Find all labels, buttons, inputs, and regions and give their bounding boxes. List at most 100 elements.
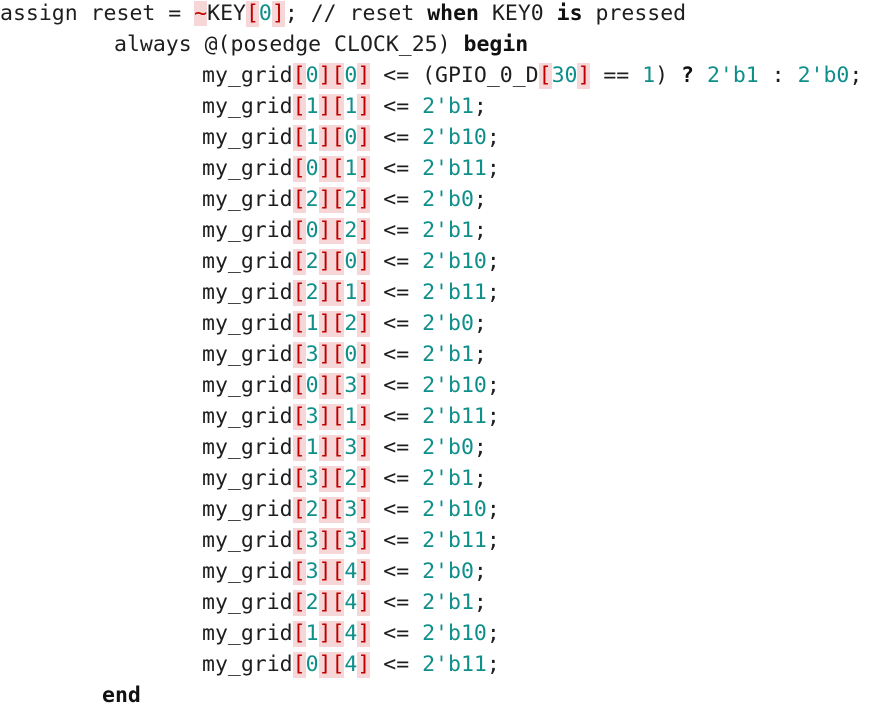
code-number: 30: [551, 63, 578, 88]
code-bracket: [: [331, 125, 345, 151]
code-token: my_grid: [202, 311, 293, 336]
code-bracket: [: [292, 342, 306, 368]
code-line: my_grid[3][4] <= 2'b0;: [202, 556, 487, 587]
code-bracket: [: [292, 497, 306, 523]
code-bracket: ]: [318, 249, 332, 275]
code-bracket: ]: [357, 311, 371, 337]
code-number: 0: [344, 63, 358, 88]
code-editor[interactable]: assign reset = ~KEY[0]; // reset when KE…: [0, 0, 887, 709]
code-number: 2: [305, 249, 319, 274]
code-number: 2'b1: [706, 63, 759, 88]
code-number: 2'b0: [422, 187, 474, 212]
code-bracket: [: [292, 590, 306, 616]
code-bracket: [: [331, 404, 345, 430]
code-bracket: ]: [357, 218, 371, 244]
code-token: ;: [473, 94, 487, 119]
code-bracket: ]: [318, 125, 332, 151]
code-keyword: begin: [463, 32, 529, 57]
code-number: 0: [344, 342, 358, 367]
code-token: my_grid: [202, 621, 293, 646]
code-number: 2'b1: [422, 94, 474, 119]
code-bracket: [: [331, 249, 345, 275]
code-bracket: [: [331, 497, 345, 523]
code-token: ;: [486, 125, 500, 150]
code-number: 0: [258, 1, 272, 26]
code-token: ;: [486, 621, 500, 646]
code-bracket: [: [331, 652, 345, 678]
code-token: ==: [590, 63, 643, 88]
code-number: 2'b11: [422, 652, 487, 677]
code-token: <=: [370, 156, 423, 181]
code-token: <=: [370, 590, 423, 615]
code-bracket: [: [331, 311, 345, 337]
code-number: 3: [305, 466, 319, 491]
code-number: 2: [344, 187, 358, 212]
code-bracket: [: [331, 621, 345, 647]
code-bracket: ]: [318, 652, 332, 678]
code-number: 0: [305, 373, 319, 398]
code-number: 1: [305, 435, 319, 460]
code-bracket: ]: [271, 1, 285, 27]
code-bracket: [: [292, 218, 306, 244]
code-token: ): [655, 63, 682, 88]
code-token: my_grid: [202, 187, 293, 212]
code-bracket: [: [331, 373, 345, 399]
code-bracket: ]: [357, 652, 371, 678]
code-bracket: ]: [357, 187, 371, 213]
code-bracket: ]: [318, 590, 332, 616]
code-bracket: ]: [357, 559, 371, 585]
code-number: 2'b11: [422, 404, 487, 429]
code-bracket: ]: [318, 435, 332, 461]
code-token: <=: [370, 218, 423, 243]
code-bracket: [: [331, 156, 345, 182]
code-token: <=: [370, 466, 423, 491]
code-number: 1: [344, 156, 358, 181]
code-bracket: ]: [357, 280, 371, 306]
code-line: my_grid[2][3] <= 2'b10;: [202, 494, 500, 525]
code-bracket: [: [292, 280, 306, 306]
code-token: ;: [473, 187, 487, 212]
code-number: 2'b10: [422, 249, 487, 274]
code-number: 3: [344, 435, 358, 460]
code-token: ;: [473, 466, 487, 491]
code-token: my_grid: [202, 125, 293, 150]
code-token: ;: [473, 435, 487, 460]
code-token: my_grid: [202, 559, 293, 584]
code-token: my_grid: [202, 435, 293, 460]
code-keyword: is: [556, 1, 583, 26]
code-bracket: [: [245, 1, 259, 27]
code-bracket: [: [292, 373, 306, 399]
code-number: 2: [344, 466, 358, 491]
code-number: 1: [642, 63, 656, 88]
code-bracket: ]: [357, 125, 371, 151]
code-number: 2'b0: [422, 435, 474, 460]
code-token: my_grid: [202, 404, 293, 429]
code-bracket: ]: [318, 404, 332, 430]
code-bracket: [: [331, 528, 345, 554]
code-bracket: ]: [318, 373, 332, 399]
code-token: <=: [370, 94, 423, 119]
code-bracket: ]: [318, 156, 332, 182]
code-token: KEY0: [479, 1, 557, 26]
code-line: my_grid[3][2] <= 2'b1;: [202, 463, 487, 494]
code-token: my_grid: [202, 652, 293, 677]
code-token: pressed: [582, 1, 687, 26]
code-number: 1: [344, 280, 358, 305]
code-line: my_grid[0][3] <= 2'b10;: [202, 370, 500, 401]
code-number: 1: [305, 125, 319, 150]
code-number: 2: [305, 590, 319, 615]
code-number: 3: [344, 497, 358, 522]
code-line: my_grid[3][0] <= 2'b1;: [202, 339, 487, 370]
code-bracket: ]: [357, 373, 371, 399]
code-token: <=: [370, 559, 423, 584]
code-line: my_grid[1][0] <= 2'b10;: [202, 122, 500, 153]
code-line: my_grid[2][0] <= 2'b10;: [202, 246, 500, 277]
code-token: my_grid: [202, 342, 293, 367]
code-bracket: ]: [318, 187, 332, 213]
code-number: 2'b10: [422, 621, 487, 646]
code-line: my_grid[0][4] <= 2'b11;: [202, 649, 500, 680]
code-token: <=: [370, 404, 423, 429]
code-number: 4: [344, 652, 358, 677]
code-number: 2: [305, 280, 319, 305]
